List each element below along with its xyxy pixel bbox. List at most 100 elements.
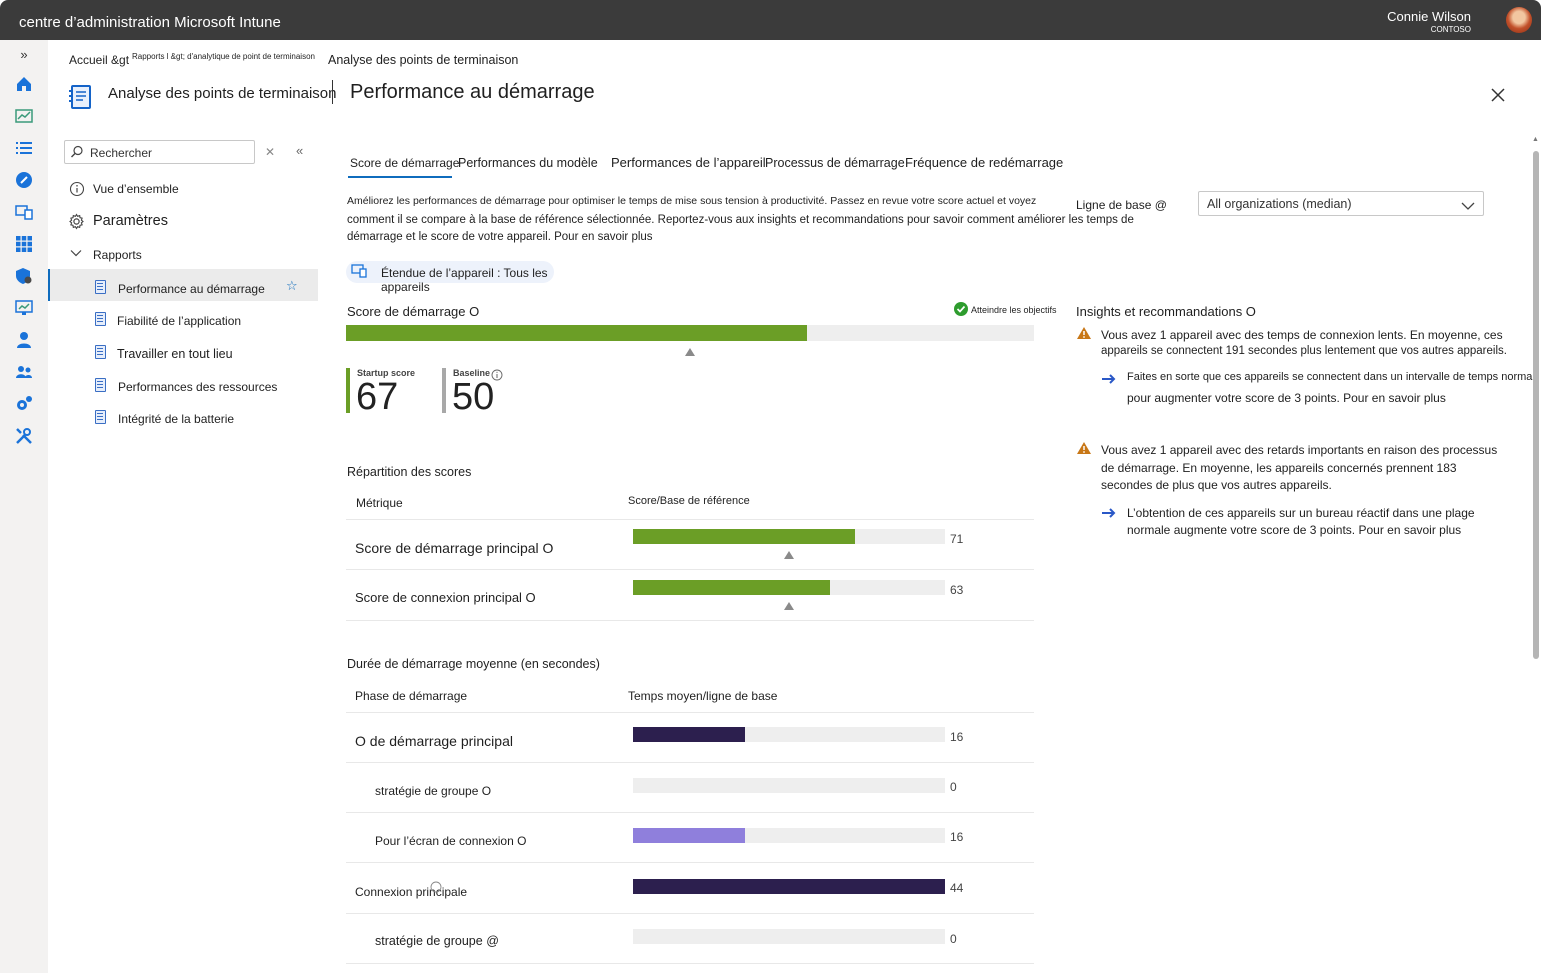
row-divider (346, 620, 1034, 621)
close-icon[interactable] (1489, 86, 1507, 104)
insight-action-text: Faites en sorte que ces appareils se con… (1127, 371, 1535, 383)
phase-label: stratégie de groupe O (375, 784, 492, 798)
search-input[interactable]: Rechercher (90, 146, 152, 160)
metric-bar-track (633, 529, 945, 544)
row-divider (346, 812, 1034, 813)
breakdown-col-metric: Métrique (356, 496, 403, 510)
metric-label: Score de démarrage principal O (355, 540, 554, 556)
row-divider (346, 963, 1034, 964)
users-icon[interactable] (15, 331, 33, 349)
grid-icon[interactable] (15, 235, 33, 253)
troubleshooting-icon[interactable] (15, 427, 33, 445)
info-icon[interactable] (430, 880, 442, 893)
phase-bar-track (633, 778, 945, 793)
report-icon (95, 410, 106, 424)
baseline-selected: All organizations (median) (1207, 197, 1352, 211)
report-icon (95, 345, 106, 359)
startup-score-accent (346, 368, 350, 413)
report-icon (95, 378, 106, 392)
tab-active-indicator (348, 176, 452, 178)
phase-value: 16 (950, 830, 964, 844)
tab-model-performance[interactable]: Performances du modèle (458, 156, 598, 170)
dashboard-icon[interactable] (15, 107, 33, 125)
baseline-label: Ligne de base @ (1076, 198, 1167, 212)
phase-bar-fill (633, 879, 945, 894)
phase-bar-track (633, 879, 945, 894)
avatar[interactable] (1506, 7, 1532, 33)
row-divider (346, 862, 1034, 863)
insight-warning-text: de démarrage. En moyenne, les appareils … (1101, 461, 1457, 475)
phase-label: stratégie de groupe @ (375, 934, 499, 948)
insights-title: Insights et recommandations O (1076, 304, 1256, 319)
gear-icon (68, 213, 85, 230)
tab-startup-score[interactable]: Score de démarrage (350, 156, 459, 170)
arrow-right-icon (1101, 372, 1117, 384)
baseline-score-accent (442, 368, 446, 413)
nav-settings[interactable]: Paramètres (93, 213, 168, 229)
intro-line-3[interactable]: démarrage et le score de votre appareil.… (347, 231, 653, 243)
device-scope-pill[interactable]: Étendue de l’appareil : Tous les apparei… (346, 261, 554, 294)
baseline-dropdown[interactable]: All organizations (median) (1198, 191, 1484, 216)
tenant-admin-icon[interactable] (15, 395, 33, 413)
chevron-down-icon (1461, 198, 1475, 210)
tab-device-performance[interactable]: Performances de l’appareil (611, 155, 766, 170)
all-services-icon[interactable] (15, 139, 33, 157)
startup-score-value: 67 (356, 376, 399, 418)
score-bar-fill (346, 325, 807, 341)
nav-item-work-from-anywhere[interactable]: Travailler en tout lieu (117, 347, 233, 361)
reports-icon[interactable] (15, 299, 33, 317)
search-box[interactable]: Rechercher (64, 140, 255, 164)
home-icon[interactable] (15, 75, 33, 93)
row-divider (346, 913, 1034, 914)
nav-overview[interactable]: Vue d’ensemble (93, 182, 179, 196)
tab-startup-processes[interactable]: Processus de démarrage (765, 156, 905, 170)
groups-icon[interactable] (15, 363, 33, 381)
intro-line-2: comment il se compare à la base de référ… (347, 214, 1134, 226)
phase-label: O de démarrage principal (355, 733, 513, 749)
metric-value: 63 (950, 583, 964, 597)
left-rail: » (0, 40, 48, 973)
devices-icon[interactable] (15, 171, 33, 189)
goal-status: Atteindre les objectifs (971, 305, 1057, 315)
breadcrumb-home[interactable]: Accueil &gt (69, 53, 129, 67)
breadcrumb-reports[interactable]: Rapports l &gt; d'analytique de point de… (132, 52, 315, 61)
clear-search-icon[interactable]: ✕ (265, 145, 275, 159)
phase-label: Pour l’écran de connexion O (375, 834, 527, 848)
favorite-star-icon[interactable]: ☆ (286, 278, 298, 294)
endpoint-security-icon[interactable] (15, 267, 33, 285)
metric-value: 71 (950, 532, 964, 546)
breadcrumb-current[interactable]: Analyse des points de terminaison (328, 53, 518, 67)
info-icon (69, 181, 85, 197)
nav-reports[interactable]: Rapports (93, 248, 142, 262)
phase-value: 44 (950, 881, 964, 895)
report-icon (95, 312, 106, 326)
collapse-panel-icon[interactable]: « (296, 143, 303, 158)
phase-bar-track (633, 929, 945, 944)
chevron-down-icon[interactable] (70, 246, 82, 258)
expand-icon[interactable]: » (15, 46, 33, 64)
phase-bar-fill (633, 727, 746, 742)
nav-item-resource-performance[interactable]: Performances des ressources (118, 380, 277, 394)
apps-icon[interactable] (15, 203, 33, 221)
title-divider (332, 80, 333, 104)
baseline-marker (685, 348, 695, 356)
nav-item-app-reliability[interactable]: Fiabilité de l’application (117, 314, 241, 328)
app-title[interactable]: centre d’administration Microsoft Intune (19, 14, 281, 31)
search-icon (70, 145, 84, 159)
scroll-up-icon[interactable]: ▲ (1532, 136, 1539, 143)
insight-action-text[interactable]: normale augmente votre score de 3 points… (1127, 523, 1461, 537)
baseline-score-value: 50 (452, 376, 495, 418)
nav-item-battery-health[interactable]: Intégrité de la batterie (118, 412, 234, 426)
scrollbar-thumb[interactable] (1533, 151, 1539, 659)
nav-item-startup-performance[interactable]: Performance au démarrage (118, 282, 265, 296)
phase-value: 0 (950, 780, 957, 794)
arrow-right-icon (1101, 506, 1117, 518)
row-divider (346, 762, 1034, 763)
tab-restart-frequency[interactable]: Fréquence de redémarrage (905, 155, 1063, 170)
scrollbar[interactable]: ▲ (1532, 136, 1540, 973)
row-divider (346, 569, 1034, 570)
phase-bar-track (633, 727, 945, 742)
row-divider (346, 712, 1034, 713)
insight-action-text[interactable]: pour augmenter votre score de 3 points. … (1127, 391, 1446, 405)
user-name[interactable]: Connie Wilson (1387, 9, 1471, 24)
